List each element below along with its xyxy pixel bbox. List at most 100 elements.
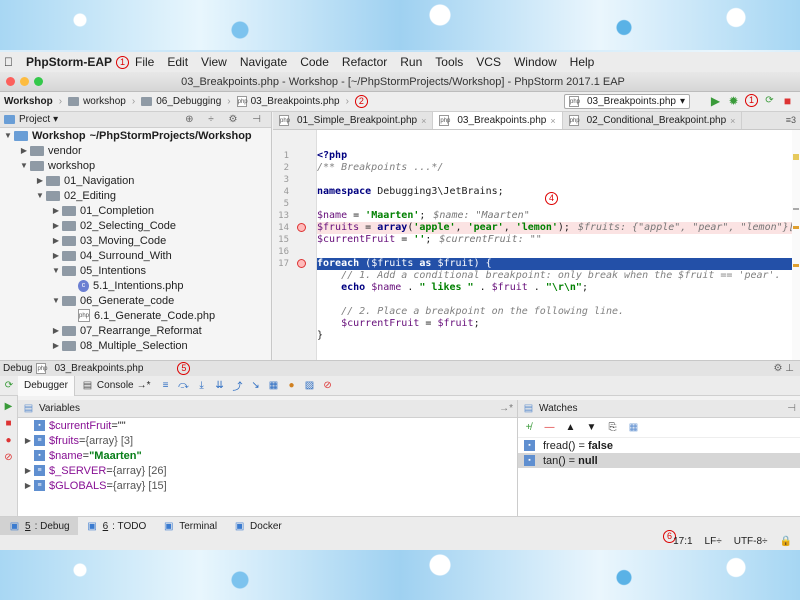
code-line[interactable]: 16 <box>278 246 800 258</box>
pin-icon[interactable]: →* <box>499 403 513 414</box>
variable-row[interactable]: ▪ $currentFruit = "" <box>22 418 517 433</box>
watches-settings-icon[interactable]: ▦ <box>627 421 640 434</box>
code-line[interactable]: } <box>317 330 800 342</box>
code-line[interactable]: // 1. Add a conditional breakpoint: only… <box>317 270 800 282</box>
collapse-icon[interactable]: ⊣ <box>787 403 796 414</box>
code-line[interactable]: // 2. Place a breakpoint on the followin… <box>317 306 800 318</box>
remove-watch-icon[interactable]: — <box>543 421 556 434</box>
tree-item[interactable]: ▶ 01_Completion <box>0 203 271 218</box>
watch-icon[interactable]: ● <box>285 379 299 393</box>
stop-icon[interactable]: ■ <box>781 94 794 108</box>
menu-item-code[interactable]: Code <box>300 55 329 69</box>
code-line[interactable]: 1 <?php <box>284 150 800 162</box>
tool-tab[interactable]: ▣ Docker <box>225 517 290 535</box>
run-configuration-select[interactable]: php 03_Breakpoints.php ▾ <box>564 94 690 109</box>
move-up-icon[interactable]: ▲ <box>564 421 577 434</box>
evaluate-expression-icon[interactable]: ▦ <box>267 379 281 393</box>
code-line[interactable]: 17 foreach ($fruits as $fruit) { <box>278 258 800 270</box>
tab-overflow[interactable]: ≡3 <box>786 115 796 125</box>
close-icon[interactable]: × <box>421 116 426 126</box>
variable-row[interactable]: ▶ ≡ $_SERVER = {array} [26] <box>22 463 517 478</box>
code-line[interactable]: $currentFruit = $fruit; <box>317 318 800 330</box>
variable-row[interactable]: ▶ ≡ $GLOBALS = {array} [15] <box>22 478 517 493</box>
variable-row[interactable]: ▶ ≡ $fruits = {array} [3] <box>22 433 517 448</box>
chevron-right-icon[interactable]: ▶ <box>22 481 34 490</box>
menu-item-vcs[interactable]: VCS <box>476 55 501 69</box>
step-over-icon[interactable]: ⤼ <box>177 379 191 393</box>
line-separator[interactable]: LF÷ <box>705 536 722 547</box>
code-line[interactable]: echo $name . " likes " . $fruit . "\r\n"… <box>317 282 800 294</box>
pin-icon[interactable]: →* <box>137 380 151 391</box>
breakpoint-icon[interactable] <box>297 259 306 268</box>
force-step-into-icon[interactable]: ⇊ <box>213 379 227 393</box>
watch-row[interactable]: ▪ fread() = false <box>518 438 800 453</box>
tree-item[interactable]: ▼ 02_Editing <box>0 188 271 203</box>
gear-icon[interactable]: ⚙ ⊥ <box>774 363 794 374</box>
breadcrumb-item[interactable]: workshop › <box>68 96 135 107</box>
tool-tab[interactable]: ▣ 5: Debug <box>0 517 78 535</box>
menu-item-tools[interactable]: Tools <box>435 55 463 69</box>
code-line[interactable]: 3 <box>284 174 800 186</box>
tree-item[interactable]: ▶ 02_Selecting_Code <box>0 218 271 233</box>
menu-item-run[interactable]: Run <box>400 55 422 69</box>
view-breakpoints-icon[interactable]: ▨ <box>303 379 317 393</box>
show-execution-point-icon[interactable]: ≡ <box>159 379 173 393</box>
tree-item[interactable]: ▼ workshop <box>0 158 271 173</box>
tree-item[interactable]: ▶ 04_Surround_With <box>0 248 271 263</box>
close-icon[interactable]: × <box>730 116 735 126</box>
editor-tab[interactable]: php 01_Simple_Breakpoint.php × <box>273 112 434 129</box>
breadcrumb-item[interactable]: Workshop › <box>4 96 62 107</box>
menu-item-edit[interactable]: Edit <box>167 55 188 69</box>
menu-item-file[interactable]: File <box>135 55 154 69</box>
tree-item[interactable]: ▶ vendor <box>0 143 271 158</box>
rerun-icon[interactable]: ⟳ <box>2 379 16 393</box>
tool-tab[interactable]: ▣ 6: TODO <box>78 517 155 535</box>
tool-tab[interactable]: ▣ Terminal <box>154 517 225 535</box>
menu-item-navigate[interactable]: Navigate <box>240 55 287 69</box>
debug-icon[interactable]: ✹ <box>727 94 740 108</box>
apple-icon[interactable]:  <box>4 55 13 69</box>
chevron-down-icon[interactable]: ▼ <box>50 266 62 275</box>
code-editor[interactable]: 1 <?php 2 /** Breakpoints ...*/ 3 4 namespace … <box>273 130 800 360</box>
zoom-window-button[interactable] <box>34 77 43 86</box>
chevron-right-icon[interactable]: ▶ <box>22 466 34 475</box>
chevron-right-icon[interactable]: ▶ <box>50 251 62 260</box>
run-to-cursor-icon[interactable]: ↘ <box>249 379 263 393</box>
tree-item[interactable]: php 6.1_Generate_Code.php <box>0 308 271 323</box>
menu-item-refactor[interactable]: Refactor <box>342 55 387 69</box>
panel-settings-icon[interactable]: ⊕ ÷ ⚙ ⊣ <box>185 114 267 125</box>
copy-icon[interactable]: ⎘ <box>606 421 619 434</box>
app-menu[interactable]: PhpStorm-EAP <box>26 55 112 69</box>
rerun-icon[interactable]: ⟳ <box>763 94 776 107</box>
chevron-right-icon[interactable]: ▶ <box>50 221 62 230</box>
breadcrumb-item[interactable]: php 03_Breakpoints.php › <box>236 96 349 107</box>
code-line[interactable]: 14 $fruits = array('apple', 'pear', 'lemo… <box>278 222 800 234</box>
chevron-down-icon[interactable]: ▾ <box>53 114 58 125</box>
project-view-select[interactable]: Project <box>19 114 50 125</box>
lock-icon[interactable]: 🔒 <box>780 536 792 547</box>
close-window-button[interactable] <box>6 77 15 86</box>
code-line[interactable]: 15 $currentFruit = ''; $currentFruit: "" <box>278 234 800 246</box>
breadcrumb-item[interactable]: 06_Debugging › <box>141 96 231 107</box>
run-icon[interactable]: ▶ <box>709 94 722 108</box>
tab-console[interactable]: ▤ Console →* <box>75 376 157 396</box>
code-line[interactable]: 13 $name = 'Maarten'; $name: "Maarten" <box>278 210 800 222</box>
chevron-right-icon[interactable]: ▶ <box>50 341 62 350</box>
chevron-right-icon[interactable]: ▶ <box>50 326 62 335</box>
tree-item[interactable]: ▼ Workshop ~/PhpStormProjects/Workshop <box>0 128 271 143</box>
variable-row[interactable]: ▪ $name = "Maarten" <box>22 448 517 463</box>
watch-row[interactable]: ▪ tan() = null <box>518 453 800 468</box>
tab-debugger[interactable]: Debugger <box>18 375 75 396</box>
editor-tab[interactable]: php 02_Conditional_Breakpoint.php × <box>563 112 743 129</box>
breakpoints-icon[interactable]: ● <box>2 434 15 447</box>
menu-item-window[interactable]: Window <box>514 55 557 69</box>
code-line[interactable] <box>317 294 800 306</box>
code-line[interactable]: 4 namespace Debugging3\JetBrains; <box>284 186 800 198</box>
step-out-icon[interactable]: ⤴ <box>231 379 245 393</box>
close-icon[interactable]: × <box>550 116 555 126</box>
code-line[interactable]: 2 /** Breakpoints ...*/ <box>284 162 800 174</box>
tree-item[interactable]: ▶ 07_Rearrange_Reformat <box>0 323 271 338</box>
chevron-right-icon[interactable]: ▶ <box>50 206 62 215</box>
chevron-down-icon[interactable]: ▼ <box>50 296 62 305</box>
tree-item[interactable]: ▼ 06_Generate_code <box>0 293 271 308</box>
